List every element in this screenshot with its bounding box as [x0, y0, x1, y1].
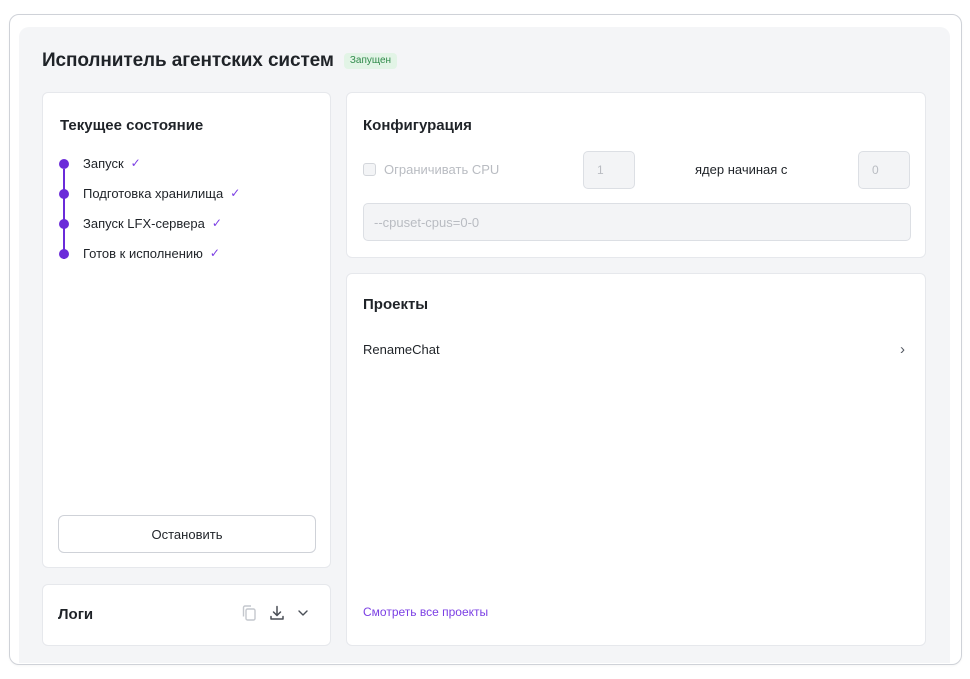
step-dot-icon — [59, 219, 69, 229]
step-label: Готов к исполнению — [83, 246, 203, 261]
config-card: Конфигурация Ограничивать CPU 1 ядер нач… — [346, 92, 926, 258]
projects-card: Проекты RenameChat › Смотреть все проект… — [346, 273, 926, 646]
cores-from-label: ядер начиная с — [695, 162, 788, 177]
status-badge: Запущен — [343, 53, 398, 69]
logs-actions — [240, 604, 310, 622]
state-steps: Запуск ✓ Подготовка хранилища ✓ Запуск L… — [59, 155, 240, 275]
logs-title: Логи — [58, 606, 94, 623]
step-dot-icon — [59, 249, 69, 259]
stop-button[interactable]: Остановить — [58, 515, 316, 553]
chevron-down-icon[interactable] — [296, 606, 310, 620]
download-icon[interactable] — [268, 604, 286, 622]
page-title: Исполнитель агентских систем — [42, 50, 334, 71]
logs-card: Логи — [42, 584, 331, 646]
step-label: Подготовка хранилища — [83, 186, 224, 201]
check-icon: ✓ — [211, 216, 222, 230]
start-core-input[interactable]: 0 — [858, 151, 910, 189]
step-item: Запуск ✓ — [59, 155, 240, 199]
check-icon: ✓ — [130, 156, 141, 170]
step-dot-icon — [59, 159, 69, 169]
step-label: Запуск — [83, 156, 124, 171]
step-dot-icon — [59, 189, 69, 199]
state-card: Текущее состояние Запуск ✓ Подготовка хр… — [42, 92, 331, 568]
page-header: Исполнитель агентских систем Запущен — [42, 47, 398, 75]
step-label: Запуск LFX-сервера — [83, 216, 205, 231]
cpu-limit-row: Ограничивать CPU 1 ядер начиная с 0 — [363, 151, 911, 189]
limit-cpu-label: Ограничивать CPU — [384, 162, 500, 177]
check-icon: ✓ — [209, 246, 220, 260]
projects-title: Проекты — [363, 296, 429, 313]
config-title: Конфигурация — [363, 117, 472, 134]
step-item: Готов к исполнению ✓ — [59, 245, 240, 275]
copy-icon[interactable] — [240, 604, 258, 622]
cpuset-field[interactable]: --cpuset-cpus=0-0 — [363, 203, 911, 241]
view-all-projects-link[interactable]: Смотреть все проекты — [363, 605, 488, 619]
cpu-count-input[interactable]: 1 — [583, 151, 635, 189]
state-title: Текущее состояние — [60, 117, 204, 134]
step-item: Запуск LFX-сервера ✓ — [59, 215, 240, 259]
project-item[interactable]: RenameChat › — [363, 334, 911, 364]
check-icon: ✓ — [230, 186, 241, 200]
limit-cpu-toggle[interactable]: Ограничивать CPU — [363, 162, 499, 177]
chevron-right-icon: › — [900, 340, 905, 358]
project-name: RenameChat — [363, 341, 440, 357]
step-item: Подготовка хранилища ✓ — [59, 185, 241, 229]
limit-cpu-checkbox[interactable] — [363, 163, 376, 176]
